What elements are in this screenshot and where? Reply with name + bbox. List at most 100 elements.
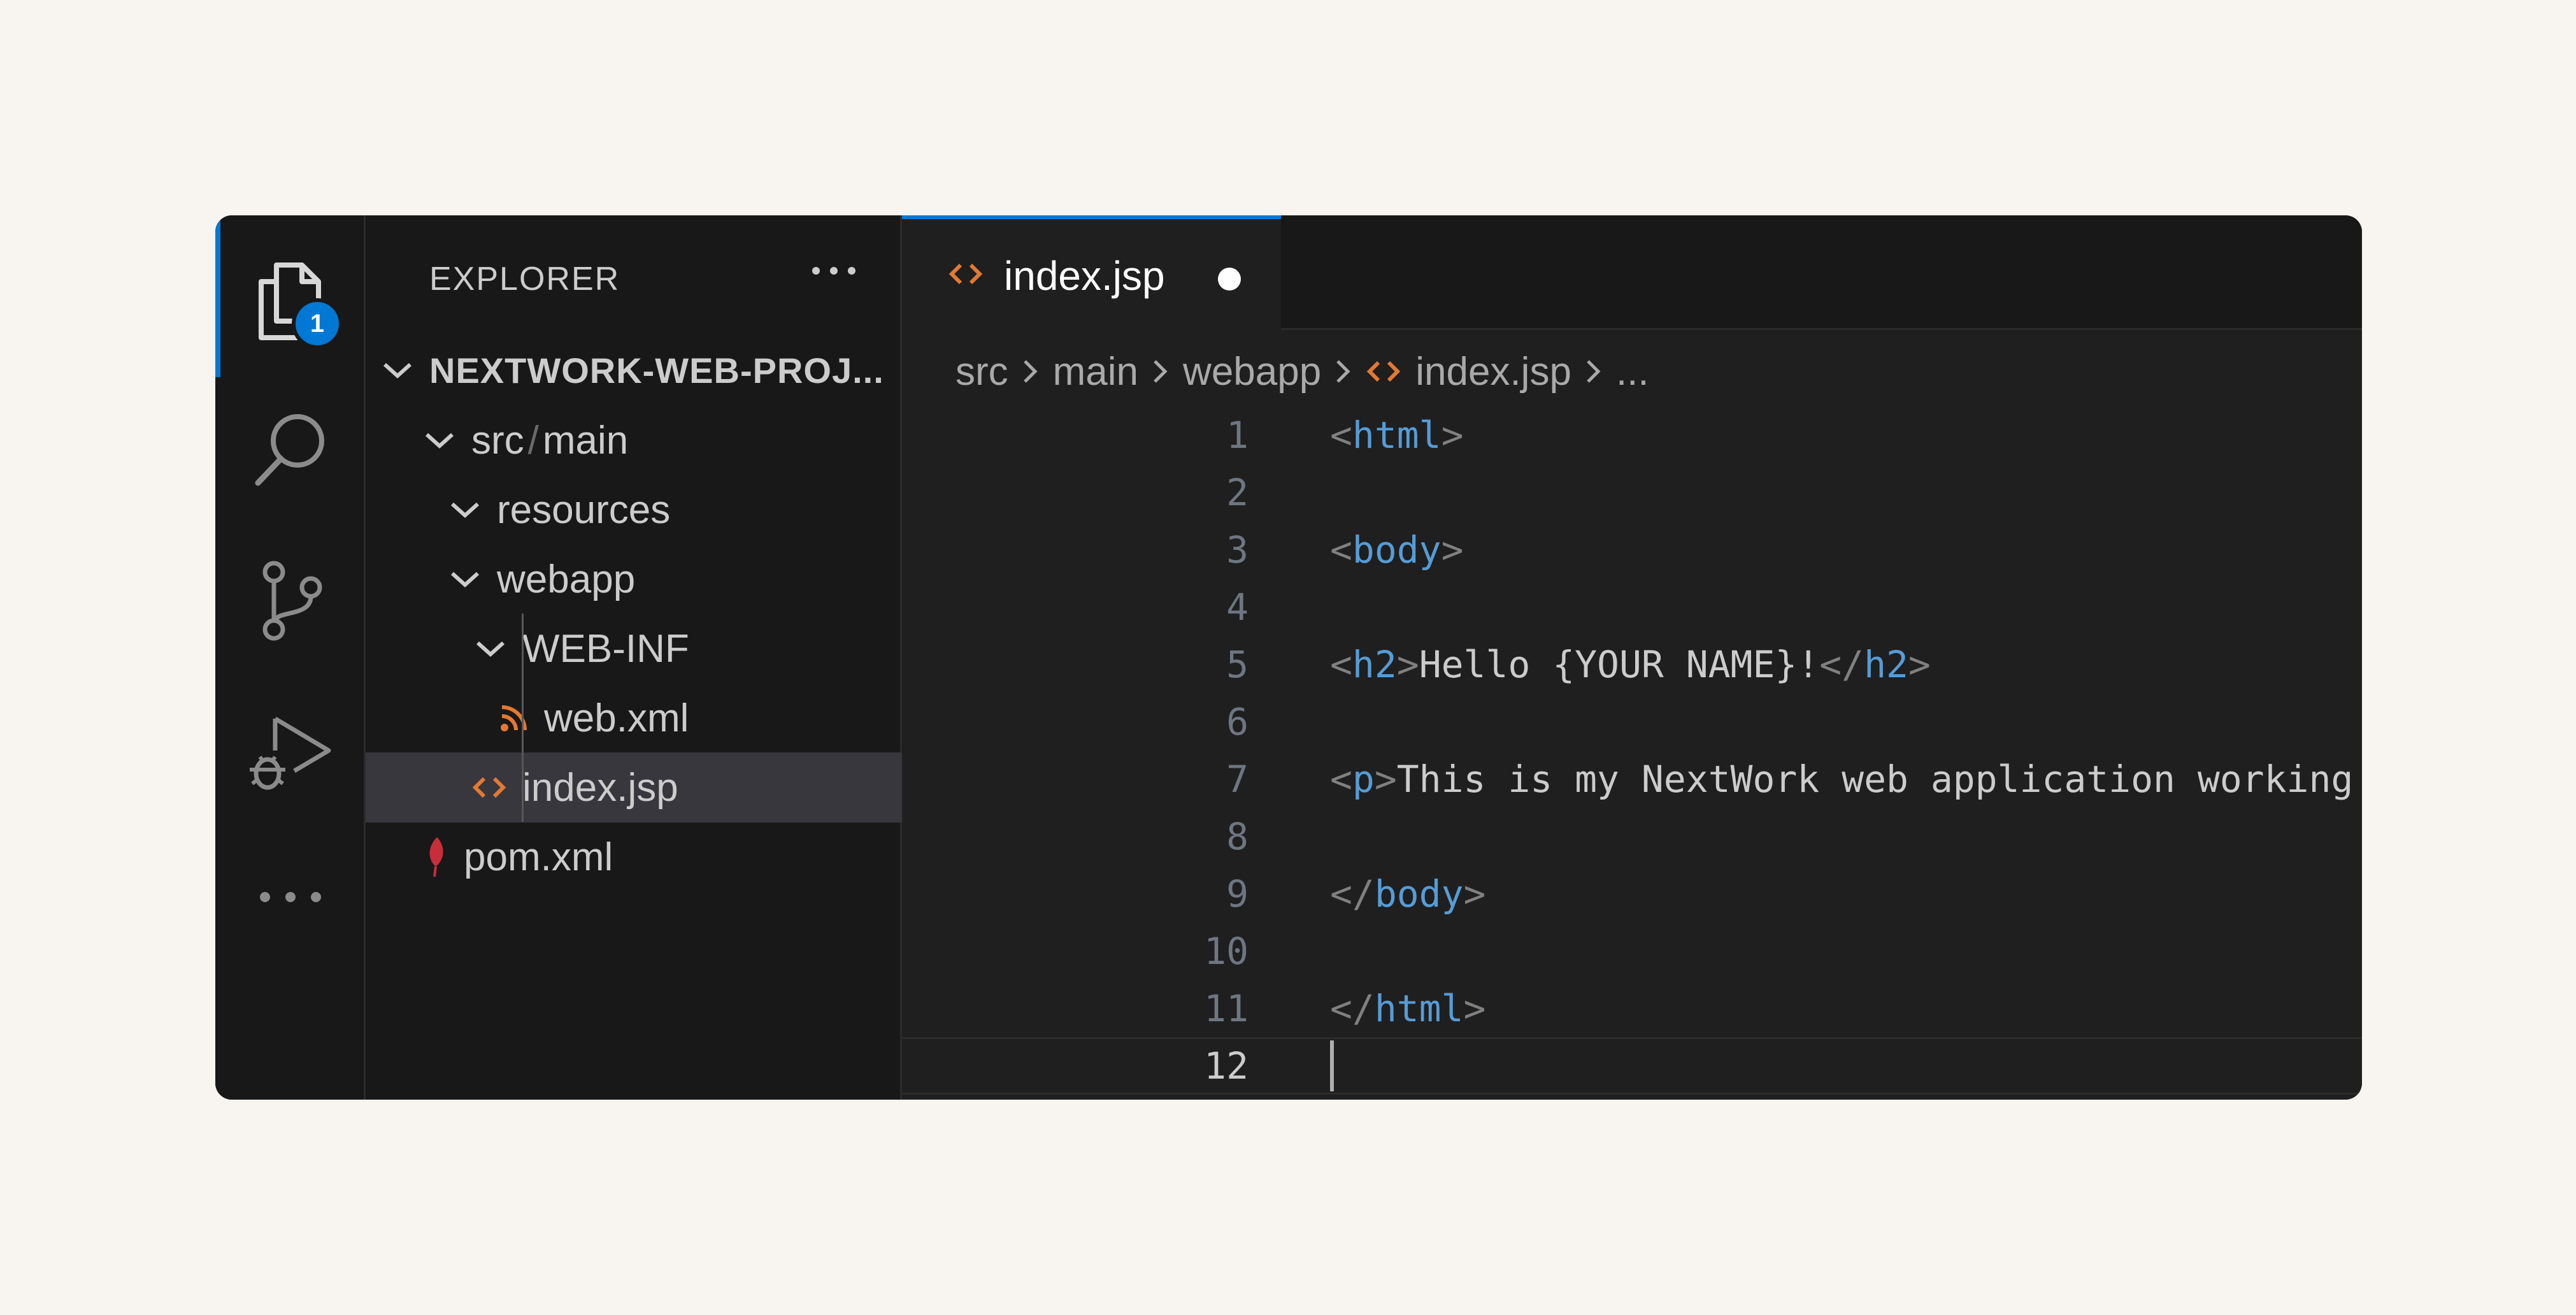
explorer-badge: 1: [292, 298, 343, 349]
tag-bracket: </: [1330, 987, 1375, 1030]
chevron-down-icon: [425, 433, 454, 449]
tree-item-pom-xml[interactable]: pom.xml: [366, 822, 957, 892]
tree-item-src-main[interactable]: src / main: [366, 405, 957, 475]
tag-bracket: >: [1908, 643, 1931, 686]
tree-item-webapp[interactable]: webapp: [366, 544, 983, 614]
activity-bar: 1: [215, 215, 366, 1100]
code-line[interactable]: 11 </html>: [902, 980, 2362, 1037]
tag-name: html: [1374, 987, 1464, 1030]
tab-index-jsp[interactable]: index.jsp: [902, 215, 1281, 330]
breadcrumb-item[interactable]: index.jsp: [1415, 349, 1571, 394]
line-number: 10: [1204, 930, 1249, 973]
source-control-icon: [262, 561, 322, 641]
line-number: 12: [1204, 1044, 1249, 1088]
editor-area: index.jsp src main webapp index.jsp ... …: [902, 215, 2362, 1100]
more-icon: [260, 892, 321, 902]
breadcrumb: src main webapp index.jsp ...: [902, 336, 2362, 406]
tree-item-project[interactable]: NEXTWORK-WEB-PROJ...: [366, 335, 915, 405]
code-text: <h2>Hello {YOUR NAME}!</h2>: [1330, 643, 1931, 686]
breadcrumb-item[interactable]: webapp: [1183, 349, 1321, 394]
explorer-title: EXPLORER: [429, 261, 620, 298]
tree-label-pom-xml: pom.xml: [464, 835, 613, 879]
code-content: This is my NextWork web application work…: [1396, 758, 2362, 801]
breadcrumb-item[interactable]: src: [955, 349, 1008, 394]
code-line[interactable]: 6: [902, 693, 2362, 751]
code-line[interactable]: 10: [902, 923, 2362, 980]
line-number: 5: [1226, 643, 1249, 686]
chevron-down-icon: [450, 502, 480, 519]
vscode-window: 1 EXPLORER NEXTWORK-WEB-PROJ... src / ma…: [215, 215, 2362, 1100]
tag-name: h2: [1864, 643, 1908, 686]
source-control-button[interactable]: [215, 559, 366, 642]
line-number: 6: [1226, 700, 1249, 744]
search-button[interactable]: [215, 406, 366, 489]
line-number: 8: [1226, 815, 1249, 858]
tag-bracket: >: [1463, 987, 1486, 1030]
code-text: </html>: [1330, 987, 1485, 1030]
chevron-right-icon: [1152, 357, 1169, 385]
tree-label-web-xml: web.xml: [544, 696, 689, 740]
tag-bracket: >: [1396, 643, 1419, 686]
tab-label: index.jsp: [1004, 253, 1165, 299]
code-line[interactable]: 7 <p>This is my NextWork web application…: [902, 751, 2362, 808]
code-line[interactable]: 4: [902, 578, 2362, 636]
tag-bracket: >: [1441, 413, 1464, 457]
code-line[interactable]: 1 <html>: [902, 406, 2362, 464]
search-icon: [255, 414, 324, 486]
chevron-down-icon: [476, 641, 505, 658]
explorer-button[interactable]: [215, 260, 366, 343]
tree-item-resources[interactable]: resources: [366, 475, 983, 545]
code-file-icon: [472, 777, 506, 798]
line-number: 11: [1204, 987, 1249, 1030]
tree-label-main: main: [542, 418, 629, 463]
code-line[interactable]: 5 <h2>Hello {YOUR NAME}!</h2>: [902, 636, 2362, 693]
indent-guide: [522, 614, 524, 822]
tag-name: body: [1374, 872, 1464, 916]
line-number: 3: [1226, 528, 1249, 571]
breadcrumb-item[interactable]: ...: [1616, 349, 1649, 394]
tag-name: p: [1352, 758, 1375, 801]
code-text: <html>: [1330, 413, 1464, 457]
code-line[interactable]: 8: [902, 808, 2362, 865]
chevron-right-icon: [1335, 357, 1352, 385]
breadcrumb-item[interactable]: main: [1053, 349, 1138, 394]
run-debug-button[interactable]: [215, 712, 366, 795]
code-file-icon: [948, 263, 983, 285]
chevron-down-icon: [450, 571, 480, 588]
code-text: <p>This is my NextWork web application w…: [1330, 758, 2362, 801]
tag-bracket: </: [1330, 872, 1375, 916]
tree-label-resources: resources: [497, 487, 671, 532]
line-number: 1: [1226, 413, 1249, 457]
tag-name: h2: [1352, 643, 1397, 686]
unsaved-dot-icon[interactable]: [1218, 268, 1241, 291]
tag-bracket: >: [1463, 872, 1486, 916]
maven-feather-icon: [429, 837, 443, 877]
explorer-more-button[interactable]: [812, 266, 856, 278]
code-line-current[interactable]: 12: [902, 1037, 2362, 1095]
path-separator: /: [527, 418, 539, 463]
more-button[interactable]: [215, 891, 366, 903]
project-name: NEXTWORK-WEB-PROJ...: [429, 350, 884, 391]
tree-label-webapp: webapp: [497, 557, 636, 601]
tag-bracket: <: [1330, 413, 1352, 457]
tag-bracket: >: [1441, 528, 1464, 571]
line-number: 9: [1226, 872, 1249, 916]
chevron-right-icon: [1022, 357, 1039, 385]
tag-bracket: </: [1819, 643, 1864, 686]
line-number: 4: [1226, 586, 1249, 629]
code-line[interactable]: 9 </body>: [902, 865, 2362, 923]
code-line[interactable]: 2: [902, 464, 2362, 521]
explorer-sidebar: EXPLORER NEXTWORK-WEB-PROJ... src / main r…: [366, 215, 1006, 1100]
tree-label-index-jsp: index.jsp: [522, 765, 678, 810]
text-cursor: [1330, 1040, 1334, 1091]
run-debug-icon: [250, 716, 331, 790]
tag-bracket: >: [1374, 758, 1397, 801]
tag-name: body: [1352, 528, 1442, 571]
xml-file-icon: [501, 705, 527, 731]
line-number: 7: [1226, 758, 1249, 801]
code-line[interactable]: 3 <body>: [902, 521, 2362, 578]
tag-name: html: [1352, 413, 1442, 457]
tag-bracket: <: [1330, 643, 1352, 686]
chevron-right-icon: [1585, 357, 1602, 385]
tag-bracket: <: [1330, 528, 1352, 571]
